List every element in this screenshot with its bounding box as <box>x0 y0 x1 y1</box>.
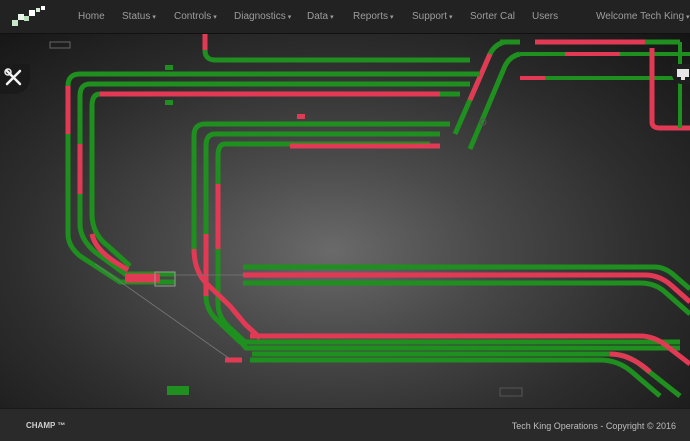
nav-sorter-cal[interactable]: Sorter Cal <box>470 11 515 22</box>
welcome-user-label: Welcome Tech King <box>596 11 685 22</box>
panel-toggle-button[interactable] <box>672 64 690 84</box>
nav-reports-label: Reports <box>353 11 389 22</box>
nav-data-dropdown[interactable]: Data ▾ <box>307 11 334 22</box>
conveyor-track[interactable] <box>467 53 493 101</box>
conveyor-track[interactable] <box>243 264 690 291</box>
track-marker[interactable] <box>297 114 305 119</box>
nav-support-label: Support <box>412 11 448 22</box>
status-indicator[interactable] <box>167 386 189 395</box>
app-logo[interactable] <box>12 6 46 28</box>
nav-controls-dropdown[interactable]: Controls ▾ <box>174 11 217 22</box>
track-marker[interactable] <box>165 100 173 105</box>
nav-support-dropdown[interactable]: Support ▾ <box>412 11 453 22</box>
conveyor-track[interactable] <box>649 48 690 131</box>
caret-down-icon: ▾ <box>686 14 690 21</box>
footer-copyright: Tech King Operations - Copyright © 2016 <box>511 421 676 431</box>
nav-status-label: Status <box>122 11 151 22</box>
top-navbar: Home Status ▾ Controls ▾ Diagnostics ▾ Data… <box>0 0 690 34</box>
nav-users[interactable]: Users <box>532 11 558 22</box>
status-indicator[interactable] <box>49 41 71 49</box>
caret-down-icon: ▾ <box>152 14 156 21</box>
nav-diagnostics-dropdown[interactable]: Diagnostics ▾ <box>234 11 291 22</box>
conveyor-map <box>0 34 690 408</box>
nav-diagnostics-label: Diagnostics <box>234 11 286 22</box>
conveyor-track[interactable] <box>202 34 470 63</box>
nav-user-menu[interactable]: Welcome Tech King ▾ <box>596 11 690 22</box>
conveyor-track[interactable] <box>467 51 521 150</box>
nav-controls-label: Controls <box>174 11 212 22</box>
track-marker[interactable] <box>165 65 173 70</box>
caret-down-icon: ▾ <box>213 14 217 21</box>
conveyor-track[interactable] <box>65 71 175 285</box>
nav-home[interactable]: Home <box>78 11 105 22</box>
caret-down-icon: ▾ <box>287 14 292 21</box>
conveyor-track[interactable] <box>250 357 662 398</box>
footer-brand: CHAMP ™ <box>26 421 66 430</box>
conveyor-track[interactable] <box>243 280 690 316</box>
conveyor-track[interactable] <box>243 272 690 304</box>
conveyor-track[interactable] <box>215 141 680 351</box>
caret-down-icon: ▾ <box>449 14 453 21</box>
nav-status-dropdown[interactable]: Status ▾ <box>122 11 156 22</box>
footer: CHAMP ™ Tech King Operations - Copyright… <box>0 408 690 441</box>
conveyor-track[interactable] <box>89 91 132 268</box>
tools-button[interactable] <box>0 64 30 94</box>
caret-down-icon: ▾ <box>390 14 394 21</box>
status-indicator[interactable] <box>499 387 523 397</box>
conveyor-tracks-svg <box>49 34 690 398</box>
wrench-screwdriver-icon <box>4 68 22 86</box>
monitor-icon <box>677 69 689 80</box>
nav-reports-dropdown[interactable]: Reports ▾ <box>353 11 394 22</box>
conveyor-track[interactable] <box>203 131 680 345</box>
caret-down-icon: ▾ <box>330 14 334 21</box>
nav-data-label: Data <box>307 11 329 22</box>
